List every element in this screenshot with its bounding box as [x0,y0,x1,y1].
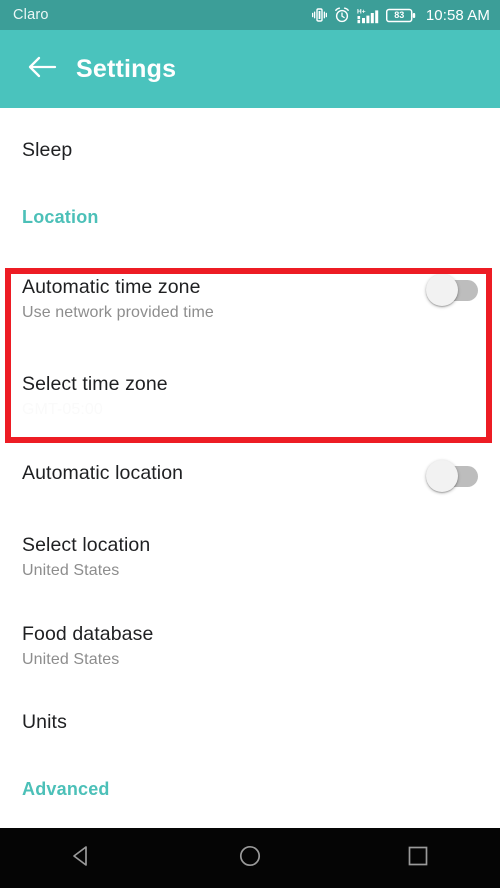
settings-list: Sleep Location Automatic time zone Use netw… [0,108,500,828]
row-title: Food database [22,623,154,645]
battery-level-label: 83 [394,10,405,20]
row-text-group: Automatic location [22,460,426,486]
recents-nav-button[interactable] [363,828,473,888]
back-button[interactable] [14,41,70,97]
alarm-icon [334,7,350,23]
carrier-label: Claro [13,7,49,23]
section-header-advanced: Advanced [22,779,110,799]
row-subtitle: GMT-05:00 [22,401,103,418]
toggle-switch-off[interactable] [426,274,478,306]
settings-row-select-location[interactable]: Select location United States [0,532,500,582]
status-bar: Claro H+ 83 10:58 AM [0,0,500,30]
triangle-back-icon [69,843,95,874]
settings-row-automatic-location[interactable]: Automatic location [0,460,500,492]
row-text-group: Select location United States [22,532,478,582]
row-subtitle: United States [22,651,120,668]
section-header-location: Location [22,207,99,227]
settings-row-select-time-zone[interactable]: Select time zone GMT-05:00 [0,371,500,421]
svg-text:H+: H+ [357,8,366,15]
row-title: Select location [22,534,151,556]
row-text-group: Food database United States [22,621,478,671]
row-text-group: Units [22,709,478,735]
back-nav-button[interactable] [27,828,137,888]
status-icon-group: H+ 83 10:58 AM [311,6,490,24]
row-title: Units [22,711,67,733]
row-title: Automatic time zone [22,276,201,298]
signal-icon: H+ [357,7,379,24]
row-text-group: Select time zone GMT-05:00 [22,371,478,421]
row-title: Automatic location [22,462,184,484]
battery-icon: 83 [385,8,416,23]
app-bar: Settings [0,30,500,108]
row-title: Select time zone [22,373,168,395]
row-title: Sleep [22,139,73,161]
back-arrow-icon [27,55,57,84]
toggle-thumb [426,460,458,492]
home-nav-button[interactable] [195,828,305,888]
row-text-group: Sleep [22,137,478,163]
page-title: Settings [76,54,177,83]
toggle-thumb [426,274,458,306]
circle-home-icon [237,843,263,874]
settings-row-food-database[interactable]: Food database United States [0,621,500,671]
settings-row-automatic-time-zone[interactable]: Automatic time zone Use network provided … [0,274,500,324]
settings-row-units[interactable]: Units [0,709,500,735]
settings-row-sleep[interactable]: Sleep [0,137,500,163]
square-recents-icon [405,843,431,874]
phone-screen: Claro H+ 83 10:58 AM Settings Sleep Loca… [0,0,500,888]
toggle-switch-off[interactable] [426,460,478,492]
status-clock: 10:58 AM [425,6,490,24]
row-subtitle: United States [22,562,120,579]
row-subtitle: Use network provided time [22,304,214,321]
android-nav-bar [0,828,500,888]
row-text-group: Automatic time zone Use network provided … [22,274,426,324]
vibrate-icon [311,7,327,23]
